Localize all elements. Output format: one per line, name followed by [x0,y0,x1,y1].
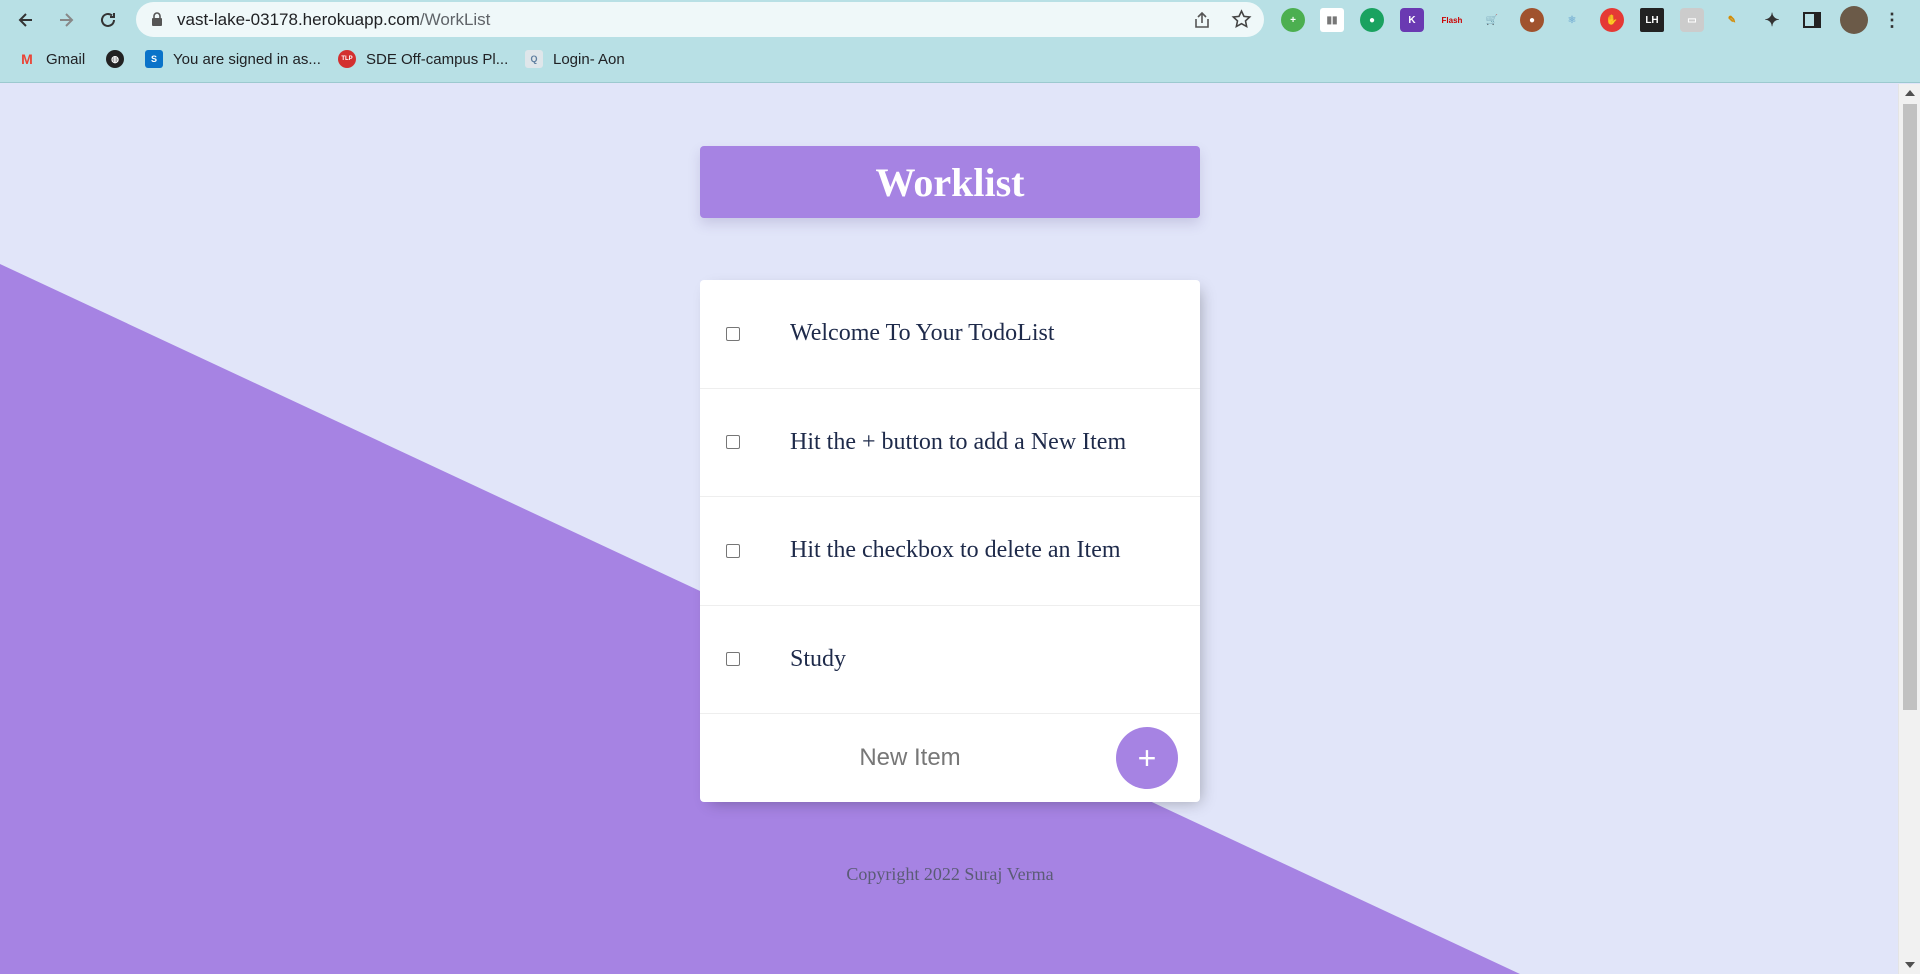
share-icon[interactable] [1192,10,1212,30]
browser-chrome: vast-lake-03178.herokuapp.com/WorkList +… [0,0,1920,83]
address-bar[interactable]: vast-lake-03178.herokuapp.com/WorkList [136,2,1264,37]
page-viewport: Worklist Welcome To Your TodoList Hit th… [0,84,1898,974]
bookmark-star-icon[interactable] [1231,9,1252,30]
arrow-right-icon [60,13,74,27]
s-icon: S [145,50,163,68]
title-box: Worklist [700,146,1200,218]
bookmark-sde-offcampus[interactable]: TLP SDE Off-campus Pl... [338,44,508,74]
back-button[interactable] [12,6,40,34]
kebab-menu-icon[interactable]: ⋮ [1880,8,1904,32]
item-text: Hit the checkbox to delete an Item [790,537,1121,564]
extensions-puzzle-icon[interactable]: ✦ [1760,8,1784,32]
profile-avatar[interactable] [1840,6,1868,34]
extension-k-icon[interactable]: K [1400,8,1424,32]
item-checkbox[interactable] [726,326,740,341]
item-checkbox[interactable] [726,543,740,558]
extension-plus-icon[interactable]: + [1281,8,1305,32]
list-item: Hit the checkbox to delete an Item [700,497,1200,606]
extension-window-icon[interactable]: ▭ [1680,8,1704,32]
scrollbar-thumb[interactable] [1903,104,1917,710]
aon-icon: Q [525,50,543,68]
add-item-button[interactable]: + [1116,727,1178,789]
scroll-up-arrow-icon[interactable] [1905,90,1915,96]
url-text: vast-lake-03178.herokuapp.com/WorkList [177,10,491,29]
reload-icon [101,12,115,27]
forward-button[interactable] [52,6,80,34]
extension-flash-sale-icon[interactable]: Flash [1440,8,1464,32]
side-panel-icon[interactable] [1800,8,1824,32]
item-checkbox[interactable] [726,652,740,667]
new-item-input[interactable]: New Item [760,736,1060,780]
list-item: Study [700,606,1200,714]
todo-list-box: Welcome To Your TodoList Hit the + butto… [700,280,1200,802]
bookmark-login-aon[interactable]: Q Login- Aon [525,44,625,74]
list-item: Welcome To Your TodoList [700,280,1200,389]
item-text: Welcome To Your TodoList [790,320,1055,347]
item-text: Study [790,645,847,672]
globe-icon: ◍ [106,50,124,68]
footer-copyright: Copyright 2022 Suraj Verma [846,864,1054,884]
bookmarks-bar: M Gmail ◍ S You are signed in as... TLP … [0,44,1920,74]
page-title: Worklist [875,159,1025,205]
list-item: Hit the + button to add a New Item [700,389,1200,497]
extension-lh-icon[interactable]: LH [1640,8,1664,32]
extension-stop-icon[interactable]: ✋ [1600,8,1624,32]
extension-react-icon[interactable]: ⚛ [1560,8,1584,32]
item-text: Hit the + button to add a New Item [790,428,1127,455]
extension-cart-icon[interactable]: 🛒 [1480,8,1504,32]
extension-pen-icon[interactable]: ✎ [1720,8,1744,32]
lock-icon [152,12,162,26]
item-checkbox[interactable] [726,435,740,450]
scroll-down-arrow-icon[interactable] [1905,962,1915,968]
bookmark-globe[interactable]: ◍ [106,44,134,74]
arrow-left-icon [18,13,32,27]
gmail-icon: M [21,51,33,67]
tlp-icon: TLP [338,50,356,68]
reload-button[interactable] [94,6,122,34]
bookmark-gmail[interactable]: M Gmail [18,44,85,74]
extension-green-icon[interactable]: ● [1360,8,1384,32]
page-scrollbar[interactable] [1898,84,1920,974]
bookmark-signed-in[interactable]: S You are signed in as... [145,44,321,74]
extension-chart-icon[interactable]: ▮▮ [1320,8,1344,32]
browser-toolbar: vast-lake-03178.herokuapp.com/WorkList +… [0,0,1920,40]
new-item-form: New Item + [700,714,1200,802]
extension-cookie-icon[interactable]: ● [1520,8,1544,32]
